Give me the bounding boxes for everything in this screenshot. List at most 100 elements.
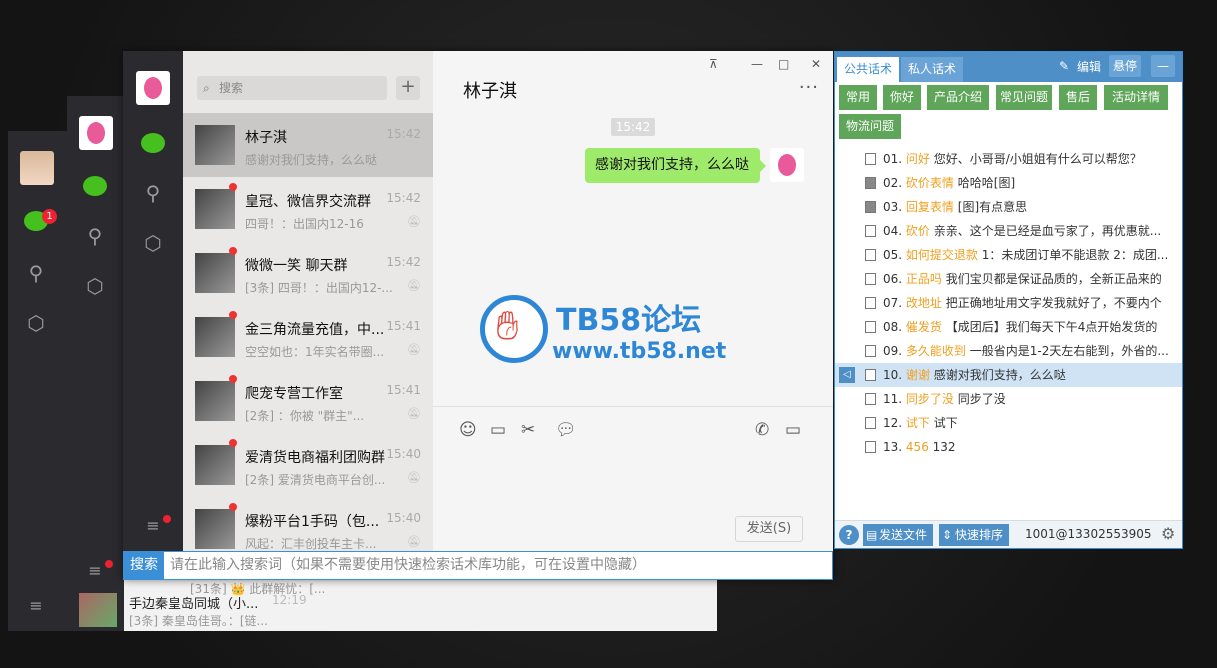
script-item[interactable]: 02. 砍价表情 哈哈哈[图] (835, 171, 1182, 195)
help-icon[interactable]: ? (839, 525, 859, 545)
chat-list-item[interactable]: 爬宠专营工作室 15:41 [2条] ：你被 "群主"... 🔕︎ (183, 369, 433, 433)
chat-list-item[interactable]: 爱清货电商福利团购群 15:40 [2条] 爱清货电商平台创... 🔕︎ (183, 433, 433, 497)
quick-search-label: 搜索 (124, 552, 164, 579)
script-item[interactable]: 06. 正品吗 我们宝贝都是保证品质的，全新正品来的 (835, 267, 1182, 291)
item-keyword: 456 (905, 440, 929, 454)
item-keyword: 问好 (905, 152, 930, 166)
chat-icon[interactable] (141, 133, 165, 153)
chat-list-item[interactable]: 微微一笑 聊天群 15:42 [3条] 四哥！：出国内12-... 🔕︎ (183, 241, 433, 305)
document-icon (865, 393, 876, 405)
avatar[interactable] (770, 148, 804, 182)
script-item[interactable]: ◁ 10. 谢谢 感谢对我们支持，么么哒 (835, 363, 1182, 387)
add-button[interactable]: + (396, 76, 420, 100)
item-keyword: 同步了没 (905, 392, 954, 406)
item-text: 132 (932, 440, 956, 454)
scissors-icon[interactable]: ✂ (521, 420, 535, 440)
edit-button[interactable]: 编辑 (1077, 58, 1101, 75)
chat-list-item[interactable]: 林子淇 15:42 感谢对我们支持，么么哒 (183, 113, 433, 177)
item-number: 04. (883, 224, 903, 238)
maximize-icon[interactable]: □ (778, 57, 789, 71)
item-number: 05. (883, 248, 903, 262)
unread-dot (229, 311, 237, 319)
script-item[interactable]: 01. 问好 您好、小哥哥/小姐姐有什么可以帮您？ (835, 147, 1182, 171)
chat-time: 15:40 (386, 447, 421, 461)
contacts-icon[interactable]: ⚲ (83, 224, 107, 248)
sidebar: ⚲ ⬡ ≡ (67, 96, 124, 631)
background-window-3: 1 ⚲ ⬡ ≡ (8, 131, 68, 631)
script-item[interactable]: 09. 多久能收到 一般省内是1-2天左右能到，外省的... (835, 339, 1182, 363)
avatar[interactable] (79, 116, 113, 150)
mute-icon: 🔕︎ (407, 407, 421, 420)
settings-icon[interactable]: ⚙ (1161, 524, 1175, 543)
minimize-button[interactable]: — (1151, 55, 1175, 77)
script-item[interactable]: 08. 催发货 【成团后】我们每天下午4点开始发货的 (835, 315, 1182, 339)
item-keyword: 试下 (905, 416, 930, 430)
script-item[interactable]: 03. 回复表情 [图]有点意思 (835, 195, 1182, 219)
item-number: 11. (883, 392, 903, 406)
chat-list-item[interactable]: 金三角流量充值，中... 15:41 空空如也：1年实名带圈... 🔕︎ (183, 305, 433, 369)
tab-private-scripts[interactable]: 私人话术 (901, 57, 963, 82)
mute-icon: 🔕︎ (407, 343, 421, 356)
send-button[interactable]: 发送(S) (735, 516, 803, 542)
cube-icon[interactable]: ⬡ (24, 311, 48, 335)
script-item[interactable]: 04. 砍价 亲亲、这个是已经是血亏家了，再优惠就... (835, 219, 1182, 243)
list-item[interactable]: 手边秦皇岛同城（小... 12:19 [3条] 秦皇岛佳哥。：[链... (67, 591, 717, 631)
watermark-title: TB58论坛 (556, 303, 702, 338)
script-item[interactable]: 12. 试下 试下 (835, 411, 1182, 435)
cube-icon[interactable]: ⬡ (83, 274, 107, 298)
chat-icon[interactable] (83, 176, 107, 196)
menu-icon[interactable]: ≡ (141, 513, 165, 537)
item-number: 10. (883, 368, 903, 382)
panel-header: 公共话术 私人话术 ✎ 编辑 悬停 — (835, 52, 1182, 82)
avatar[interactable] (136, 71, 170, 105)
edit-icon[interactable]: ✎ (1059, 59, 1069, 73)
script-item[interactable]: 07. 改地址 把正确地址用文字发我就好了，不要内个 (835, 291, 1182, 315)
send-arrow-icon[interactable]: ◁ (839, 367, 855, 383)
category-button[interactable]: 物流问题 (839, 114, 901, 139)
quick-sort-button[interactable]: ⇕ 快速排序 (939, 524, 1009, 546)
script-item[interactable]: 05. 如何提交退款 1：未成团订单不能退款 2：成团... (835, 243, 1182, 267)
category-button[interactable]: 活动详情 (1104, 85, 1168, 110)
item-keyword: 砍价 (905, 224, 930, 238)
menu-icon[interactable]: ≡ (83, 558, 107, 582)
folder-icon[interactable]: ▭ (490, 420, 506, 440)
close-icon[interactable]: ✕ (811, 57, 821, 71)
document-icon (865, 345, 876, 357)
category-button[interactable]: 常见问题 (996, 85, 1052, 110)
sort-icon: ⇕ (942, 528, 953, 542)
message-bubble: 感谢对我们支持，么么哒 (585, 148, 766, 183)
chat-history-icon[interactable]: 💬︎ (555, 420, 577, 440)
float-button[interactable]: 悬停 (1109, 55, 1141, 77)
more-icon[interactable]: ··· (799, 77, 819, 98)
menu-icon[interactable]: ≡ (24, 593, 48, 617)
sidebar: ⚲ ⬡ ≡ (123, 51, 183, 580)
item-text: 试下 (933, 416, 958, 430)
avatar[interactable] (20, 151, 54, 185)
pin-icon[interactable]: ⊼ (709, 57, 718, 71)
unread-dot (229, 375, 237, 383)
minimize-icon[interactable]: — (751, 57, 763, 71)
script-library-panel: 公共话术 私人话术 ✎ 编辑 悬停 — 常用 你好 产品介绍 常见问题 售后 活动详情物流… (834, 51, 1183, 549)
quick-search-input[interactable]: 请在此输入搜索词（如果不需要使用快速检索话术库功能，可在设置中隐藏） (170, 552, 646, 579)
script-item[interactable]: 11. 同步了没 同步了没 (835, 387, 1182, 411)
category-button[interactable]: 产品介绍 (927, 85, 989, 110)
unread-dot (229, 439, 237, 447)
cube-icon[interactable]: ⬡ (141, 231, 165, 255)
contacts-icon[interactable]: ⚲ (141, 181, 165, 205)
emoji-icon[interactable]: ☺ (459, 420, 477, 440)
file-icon: ▤ (866, 528, 878, 542)
category-button[interactable]: 你好 (883, 85, 921, 110)
chat-name: 爱清货电商福利团购群 (245, 450, 385, 466)
send-file-button[interactable]: ▤ 发送文件 (863, 524, 933, 546)
chat-preview: [2条] ：你被 "群主"... (245, 409, 365, 423)
category-button[interactable]: 售后 (1059, 85, 1097, 110)
phone-icon[interactable]: ✆ (755, 420, 769, 440)
search-input[interactable]: ⌕ 搜索 (197, 76, 387, 100)
category-button[interactable]: 常用 (839, 85, 877, 110)
video-icon[interactable]: ▭ (785, 420, 801, 440)
tab-public-scripts[interactable]: 公共话术 (837, 57, 899, 82)
contacts-icon[interactable]: ⚲ (24, 261, 48, 285)
document-icon (865, 249, 876, 261)
chat-list-item[interactable]: 皇冠、微信界交流群 15:42 四哥！：出国内12-16 🔕︎ (183, 177, 433, 241)
script-item[interactable]: 13. 456 132 (835, 435, 1182, 459)
